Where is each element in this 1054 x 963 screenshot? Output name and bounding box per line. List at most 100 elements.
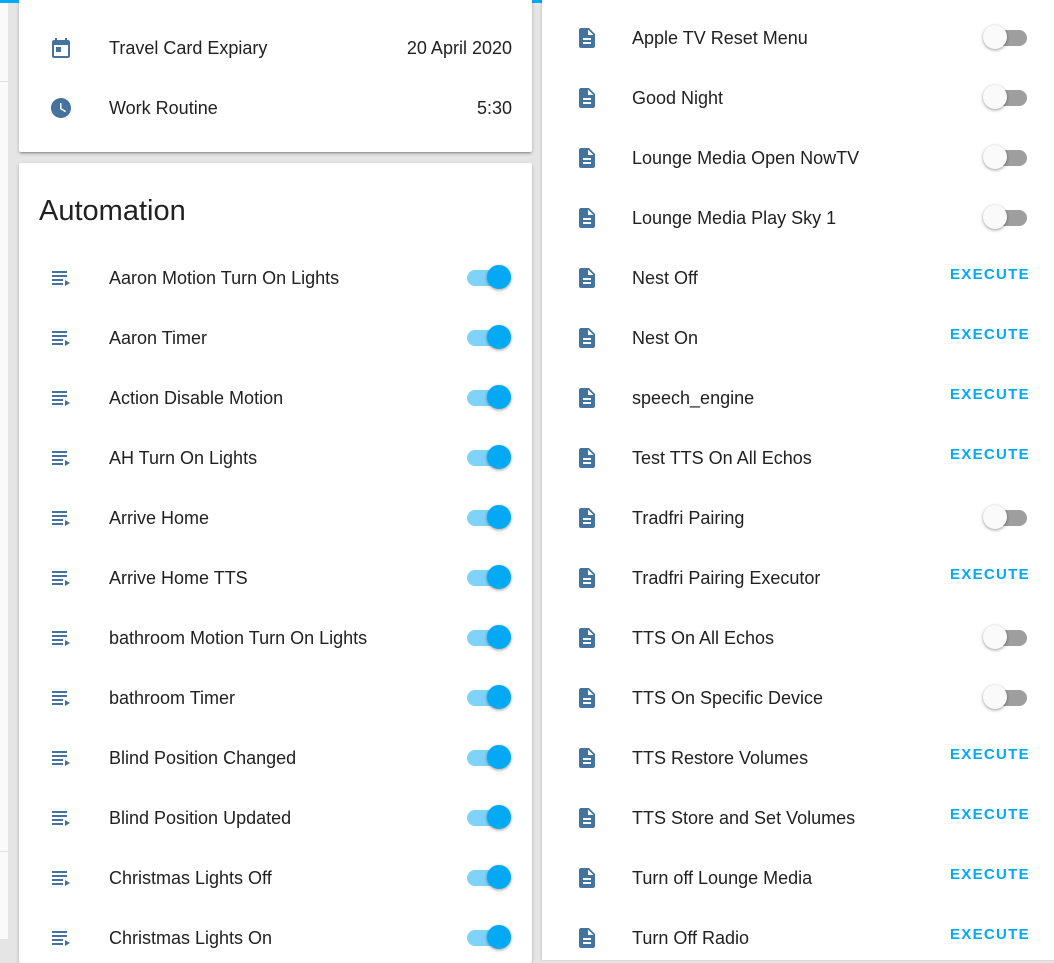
script-row[interactable]: speech_engine EXECUTE bbox=[542, 360, 1054, 420]
execute-button[interactable]: EXECUTE bbox=[950, 545, 1030, 605]
automation-label: Arrive Home TTS bbox=[109, 568, 248, 588]
toggle-switch[interactable] bbox=[465, 744, 511, 772]
script-label: Test TTS On All Echos bbox=[632, 448, 812, 468]
toggle-switch[interactable] bbox=[983, 144, 1029, 172]
toggle-switch[interactable] bbox=[465, 504, 511, 532]
automation-label: Action Disable Motion bbox=[109, 388, 284, 408]
toggle-switch[interactable] bbox=[465, 324, 511, 352]
automation-row[interactable]: Christmas Lights On bbox=[19, 908, 532, 963]
execute-button[interactable]: EXECUTE bbox=[950, 905, 1030, 960]
script-file-icon bbox=[575, 746, 599, 770]
script-file-icon bbox=[575, 446, 599, 470]
toggle-switch[interactable] bbox=[465, 804, 511, 832]
playlist-play-icon bbox=[49, 506, 73, 530]
toggle-switch[interactable] bbox=[465, 864, 511, 892]
toggle-switch[interactable] bbox=[983, 24, 1029, 52]
automation-row[interactable]: Aaron Motion Turn On Lights bbox=[19, 248, 532, 308]
card-title: Automation bbox=[39, 195, 186, 227]
script-file-icon bbox=[575, 86, 599, 110]
script-row[interactable]: TTS Store and Set Volumes EXECUTE bbox=[542, 780, 1054, 840]
playlist-play-icon bbox=[49, 386, 73, 410]
script-label: Lounge Media Open NowTV bbox=[632, 148, 860, 168]
toggle-switch[interactable] bbox=[465, 684, 511, 712]
automation-row[interactable]: Arrive Home bbox=[19, 488, 532, 548]
playlist-play-icon bbox=[49, 566, 73, 590]
script-row[interactable]: Apple TV Reset Menu bbox=[542, 0, 1054, 60]
toggle-knob bbox=[487, 505, 511, 529]
gutter-divider bbox=[0, 81, 8, 82]
toggle-switch[interactable] bbox=[465, 564, 511, 592]
entity-value: 20 April 2020 bbox=[406, 38, 512, 58]
script-label: Nest On bbox=[632, 328, 699, 348]
automation-label: Aaron Motion Turn On Lights bbox=[109, 268, 340, 288]
script-row[interactable]: TTS Restore Volumes EXECUTE bbox=[542, 720, 1054, 780]
automation-row[interactable]: Christmas Lights Off bbox=[19, 848, 532, 908]
playlist-play-icon bbox=[49, 446, 73, 470]
scripts-card: Apple TV Reset Menu Good Night Lounge Medi… bbox=[542, 0, 1054, 960]
automation-card: Automation Aaron Motion Turn On Lights Aa… bbox=[19, 163, 532, 963]
entity-value: 5:30 bbox=[476, 98, 512, 118]
toggle-knob bbox=[983, 205, 1007, 229]
script-row[interactable]: Nest Off EXECUTE bbox=[542, 240, 1054, 300]
playlist-play-icon bbox=[49, 326, 73, 350]
script-label: Turn off Lounge Media bbox=[632, 868, 813, 888]
toggle-knob bbox=[487, 865, 511, 889]
automation-label: Christmas Lights Off bbox=[109, 868, 272, 888]
entity-label: Work Routine bbox=[109, 98, 218, 118]
script-row[interactable]: Turn off Lounge Media EXECUTE bbox=[542, 840, 1054, 900]
script-label: Tradfri Pairing Executor bbox=[632, 568, 821, 588]
toggle-switch[interactable] bbox=[465, 264, 511, 292]
automation-row[interactable]: Blind Position Updated bbox=[19, 788, 532, 848]
script-row[interactable]: Lounge Media Play Sky 1 bbox=[542, 180, 1054, 240]
script-file-icon bbox=[575, 926, 599, 950]
script-row[interactable]: TTS On Specific Device bbox=[542, 660, 1054, 720]
automation-row[interactable]: Blind Position Changed bbox=[19, 728, 532, 788]
execute-button[interactable]: EXECUTE bbox=[950, 365, 1030, 425]
toggle-switch[interactable] bbox=[983, 204, 1029, 232]
automation-row[interactable]: AH Turn On Lights bbox=[19, 428, 532, 488]
execute-button[interactable]: EXECUTE bbox=[950, 305, 1030, 365]
script-row[interactable]: Lounge Media Open NowTV bbox=[542, 120, 1054, 180]
playlist-play-icon bbox=[49, 806, 73, 830]
script-row[interactable]: Nest On EXECUTE bbox=[542, 300, 1054, 360]
entity-row-travel-card[interactable]: Travel Card Expiary 20 April 2020 bbox=[19, 18, 532, 78]
script-row[interactable]: Tradfri Pairing bbox=[542, 480, 1054, 540]
toggle-knob bbox=[487, 805, 511, 829]
automation-label: Christmas Lights On bbox=[109, 928, 273, 948]
automation-row[interactable]: bathroom Timer bbox=[19, 668, 532, 728]
script-label: Apple TV Reset Menu bbox=[632, 28, 808, 48]
automation-row[interactable]: bathroom Motion Turn On Lights bbox=[19, 608, 532, 668]
playlist-play-icon bbox=[49, 926, 73, 950]
toggle-switch[interactable] bbox=[983, 84, 1029, 112]
automation-row[interactable]: Aaron Timer bbox=[19, 308, 532, 368]
execute-button[interactable]: EXECUTE bbox=[950, 785, 1030, 845]
script-file-icon bbox=[575, 386, 599, 410]
script-row[interactable]: Test TTS On All Echos EXECUTE bbox=[542, 420, 1054, 480]
execute-button[interactable]: EXECUTE bbox=[950, 725, 1030, 785]
automation-row[interactable]: Action Disable Motion bbox=[19, 368, 532, 428]
script-label: Nest Off bbox=[632, 268, 698, 288]
script-label: TTS Store and Set Volumes bbox=[632, 808, 856, 828]
script-file-icon bbox=[575, 146, 599, 170]
script-row[interactable]: TTS On All Echos bbox=[542, 600, 1054, 660]
entity-row-work-routine[interactable]: Work Routine 5:30 bbox=[19, 78, 532, 138]
toggle-switch[interactable] bbox=[465, 624, 511, 652]
execute-button[interactable]: EXECUTE bbox=[950, 425, 1030, 485]
toggle-knob bbox=[983, 85, 1007, 109]
toggle-switch[interactable] bbox=[983, 504, 1029, 532]
toggle-switch[interactable] bbox=[465, 924, 511, 952]
toggle-switch[interactable] bbox=[983, 624, 1029, 652]
script-file-icon bbox=[575, 26, 599, 50]
automation-label: Blind Position Changed bbox=[109, 748, 297, 768]
script-row[interactable]: Tradfri Pairing Executor EXECUTE bbox=[542, 540, 1054, 600]
execute-button[interactable]: EXECUTE bbox=[950, 845, 1030, 905]
execute-button[interactable]: EXECUTE bbox=[950, 245, 1030, 305]
toggle-switch[interactable] bbox=[983, 684, 1029, 712]
script-file-icon bbox=[575, 506, 599, 530]
toggle-knob bbox=[487, 325, 511, 349]
script-row[interactable]: Good Night bbox=[542, 60, 1054, 120]
toggle-switch[interactable] bbox=[465, 444, 511, 472]
script-row[interactable]: Turn Off Radio EXECUTE bbox=[542, 900, 1054, 960]
toggle-switch[interactable] bbox=[465, 384, 511, 412]
automation-row[interactable]: Arrive Home TTS bbox=[19, 548, 532, 608]
